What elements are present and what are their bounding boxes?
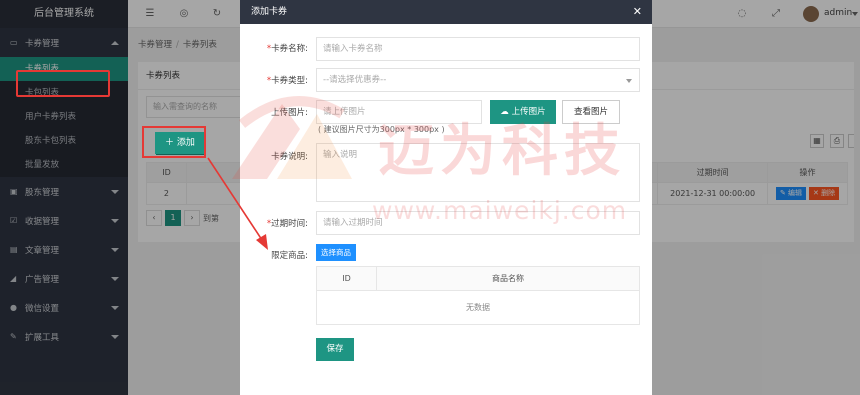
empty-state: 无数据 [316,290,640,325]
modal-header: 添加卡券 ✕ [240,0,652,24]
expire-label: *过期时间: [266,219,308,229]
goods-col-name: 商品名称 [376,266,640,291]
watermark-text: 迈为科技 [378,119,626,184]
close-icon[interactable]: ✕ [633,0,642,24]
modal-title: 添加卡券 [251,7,288,17]
goods-table: ID 商品名称 无数据 [316,266,640,325]
name-field[interactable]: 请输入卡券名称 [316,37,640,61]
watermark-url: www.maiweikj.com [372,196,628,225]
goods-col-id: ID [316,266,377,291]
highlight-box [142,126,206,158]
save-button[interactable]: 保存 [316,338,354,361]
highlight-box [16,70,110,97]
chevron-down-icon [626,79,632,83]
type-select[interactable]: --请选择优惠券-- [316,68,640,92]
select-goods-button[interactable]: 选择商品 [316,244,356,261]
name-label: *卡券名称: [266,44,308,54]
goods-label: 限定商品: [271,251,308,261]
watermark-logo [232,96,352,179]
